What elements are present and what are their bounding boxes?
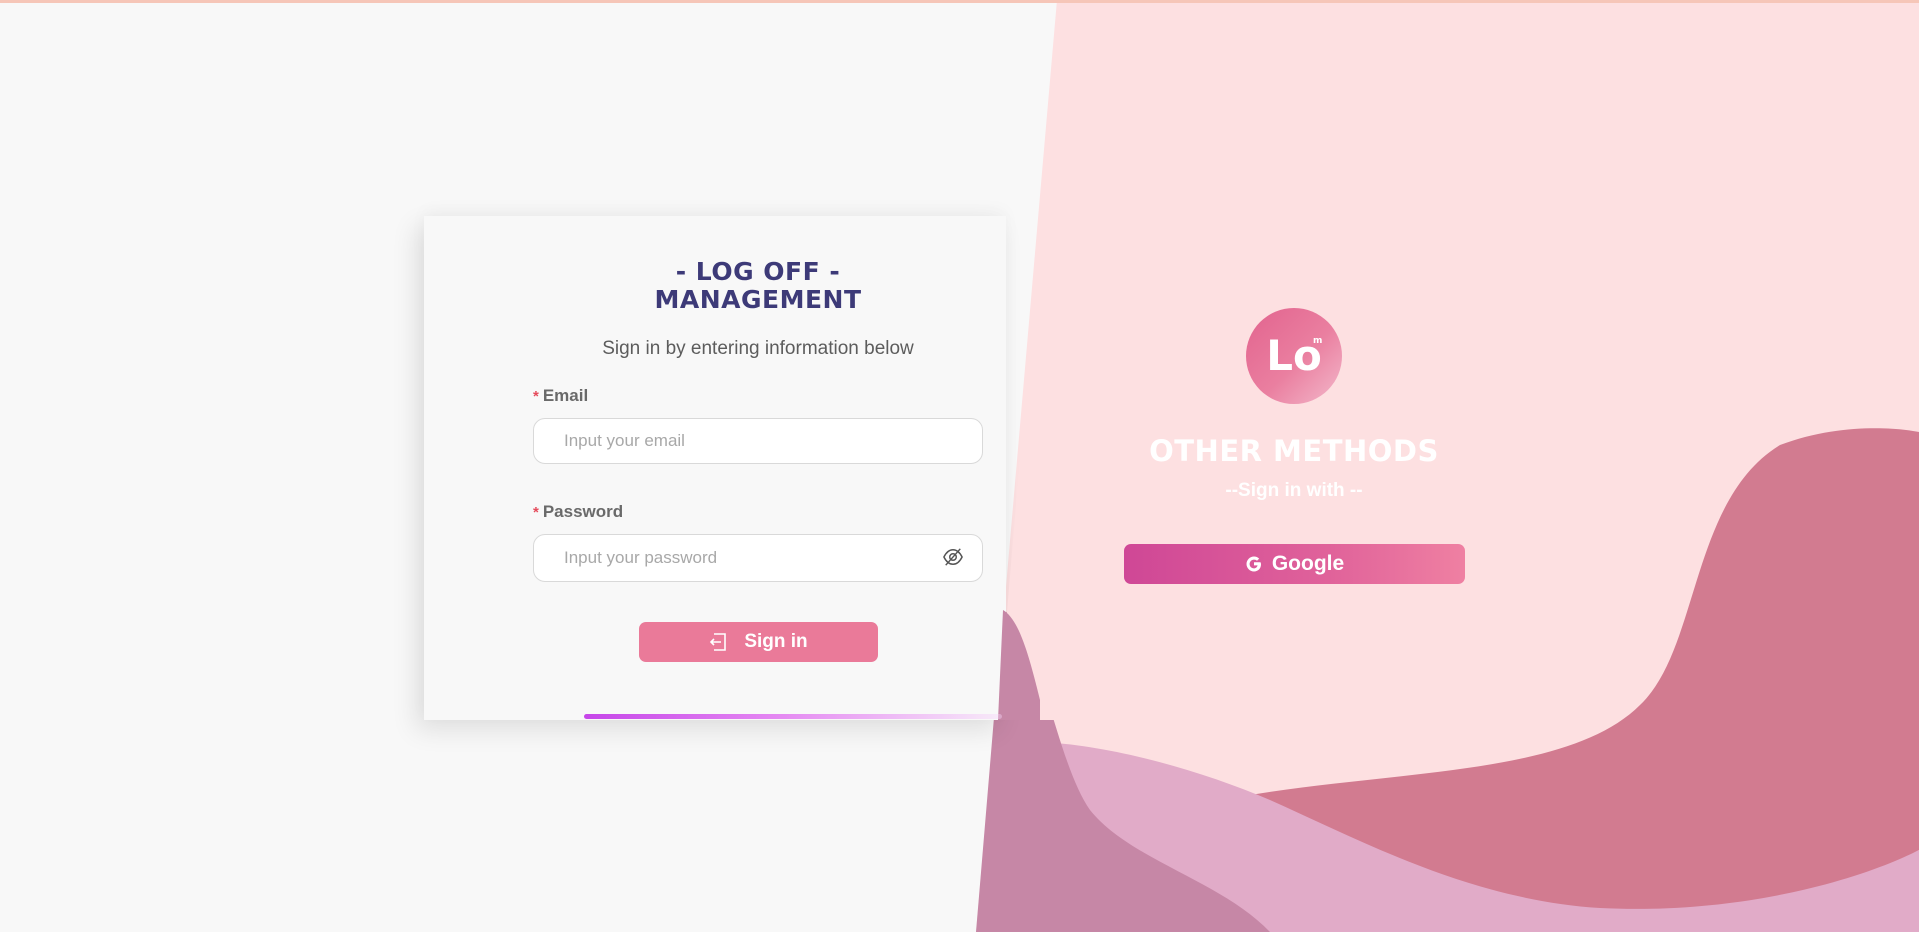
other-methods-subtitle: --Sign in with -- <box>1225 480 1363 501</box>
title-line-1: - LOG OFF - <box>675 257 841 286</box>
title-line-2: MANAGEMENT <box>654 285 862 314</box>
login-form: - LOG OFF - MANAGEMENT Sign in by enteri… <box>533 258 983 662</box>
password-label: * Password <box>533 502 983 522</box>
email-field-wrapper <box>533 418 983 464</box>
top-border <box>0 0 1919 3</box>
eye-invisible-icon[interactable] <box>942 547 964 567</box>
password-field-wrapper <box>533 534 983 582</box>
page-title: - LOG OFF - MANAGEMENT <box>533 258 983 314</box>
email-field[interactable] <box>534 419 924 463</box>
email-label-text: Email <box>542 386 589 405</box>
app-logo: Lo m <box>1246 308 1342 404</box>
google-sign-in-button[interactable]: Google <box>1123 544 1465 584</box>
login-page: - LOG OFF - MANAGEMENT Sign in by enteri… <box>0 0 1919 932</box>
sign-in-label: Sign in <box>744 631 808 652</box>
logo-superscript: m <box>1313 336 1323 346</box>
other-methods-panel: Lo m OTHER METHODS --Sign in with -- Goo… <box>1104 308 1484 584</box>
required-mark: * <box>533 504 539 521</box>
password-label-text: Password <box>542 502 624 521</box>
email-label: * Email <box>533 386 983 406</box>
required-mark: * <box>533 388 539 405</box>
login-icon <box>710 633 727 651</box>
google-icon <box>1246 556 1261 572</box>
sign-in-button[interactable]: Sign in <box>638 622 878 662</box>
other-methods-title: OTHER METHODS <box>1149 434 1439 468</box>
progress-bar <box>584 714 1002 719</box>
google-label: Google <box>1271 552 1345 575</box>
password-field[interactable] <box>534 535 924 581</box>
form-subtitle: Sign in by entering information below <box>602 338 914 359</box>
